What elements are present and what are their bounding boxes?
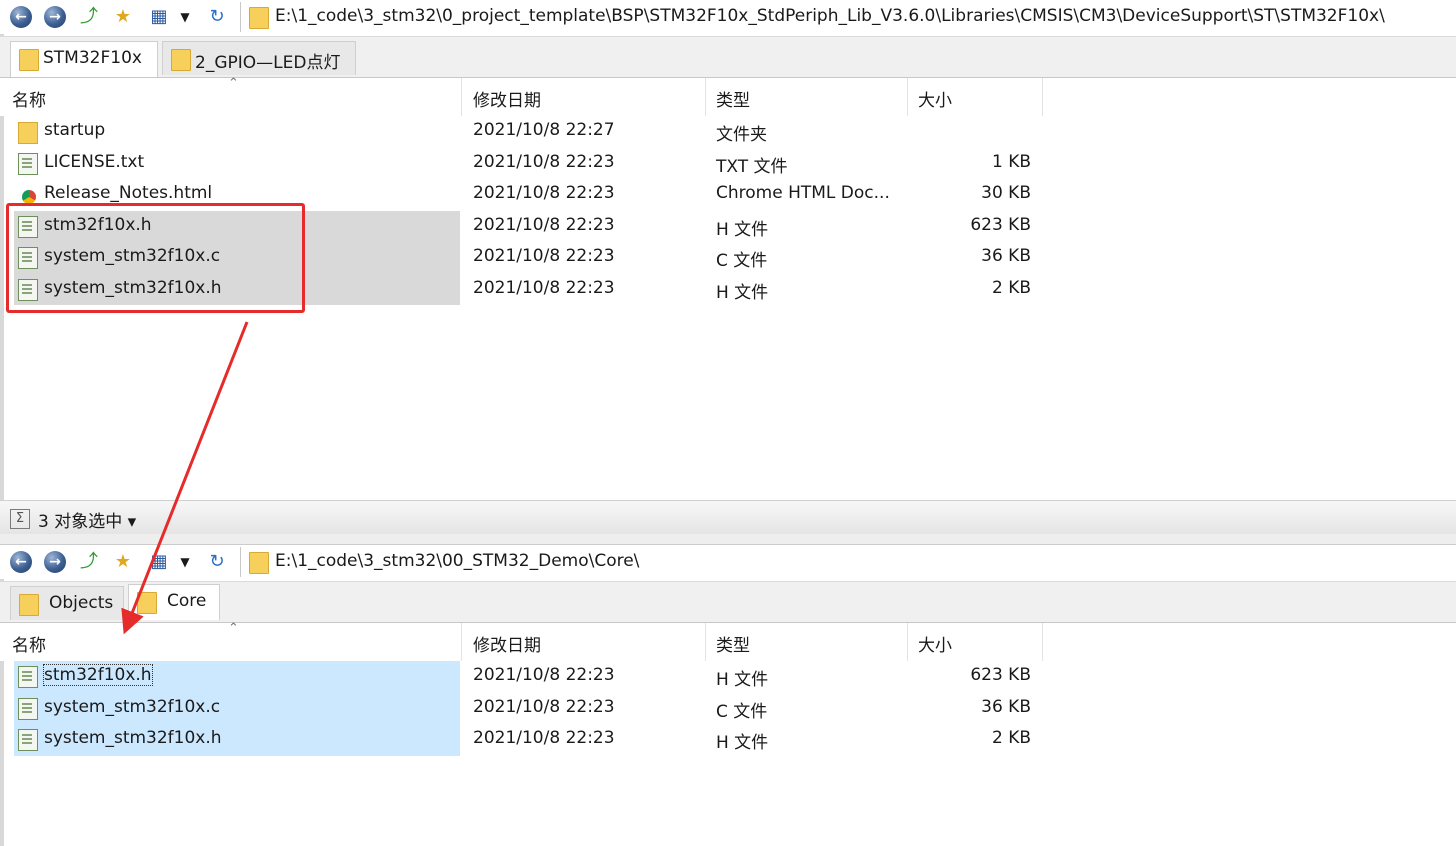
file-type: 文件夹	[716, 125, 767, 145]
file-date: 2021/10/8 22:23	[473, 696, 615, 717]
folder-icon	[137, 592, 157, 614]
tab-core[interactable]: Core	[128, 584, 220, 620]
file-date: 2021/10/8 22:23	[473, 151, 615, 172]
chrome-file-icon	[22, 190, 36, 204]
back-icon[interactable]: ←	[8, 4, 34, 30]
file-date: 2021/10/8 22:23	[473, 277, 615, 298]
file-size: 36 KB	[981, 696, 1031, 717]
column-name[interactable]: 名称	[12, 631, 46, 656]
folder-icon	[249, 552, 269, 574]
top-toolbar: ← → ⤴ ★ ▦ ▼ ↻ E:\1_code\3_stm32\0_projec…	[0, 0, 1456, 34]
file-type: H 文件	[716, 219, 769, 240]
file-date: 2021/10/8 22:23	[473, 214, 615, 235]
address-text[interactable]: E:\1_code\3_stm32\0_project_template\BSP…	[275, 6, 1385, 26]
file-size: 623 KB	[970, 214, 1031, 235]
tab-label: Core	[167, 591, 207, 611]
file-size: 623 KB	[970, 665, 1031, 685]
text-file-icon	[18, 152, 38, 175]
new-folder-icon[interactable]: ★	[110, 4, 136, 30]
column-header: ⌃ 名称 修改日期 类型 大小	[0, 621, 1456, 661]
bottom-explorer-pane: ← → ⤴ ★ ▦ ▼ ↻ E:\1_code\3_stm32\00_STM32…	[0, 545, 1456, 846]
sort-up-icon: ⌃	[228, 76, 239, 91]
file-type: H 文件	[716, 733, 769, 753]
file-type: TXT 文件	[716, 156, 788, 177]
view-mode-icon[interactable]: ▦	[146, 4, 172, 30]
address-bar[interactable]: E:\1_code\3_stm32\0_project_template\BSP…	[240, 2, 1456, 32]
code-file-icon	[18, 729, 38, 751]
file-type: H 文件	[716, 282, 769, 303]
file-name: Release_Notes.html	[44, 183, 213, 203]
back-icon[interactable]: ←	[8, 549, 34, 575]
pane-divider[interactable]	[0, 534, 1456, 545]
file-name: stm32f10x.h	[43, 664, 153, 686]
column-size[interactable]: 大小	[918, 86, 952, 111]
table-row-selected[interactable]: system_stm32f10x.h 2021/10/8 22:23 H 文件 …	[0, 724, 1456, 756]
status-text[interactable]: 3 对象选中 ▾	[38, 507, 136, 532]
file-date: 2021/10/8 22:23	[473, 246, 615, 266]
tab-label: 2_GPIO—LED点灯	[195, 53, 341, 73]
file-name: startup	[44, 120, 106, 140]
sort-up-icon: ⌃	[228, 621, 239, 636]
table-row[interactable]: LICENSE.txt 2021/10/8 22:23 TXT 文件 1 KB	[0, 148, 1456, 180]
file-size: 2 KB	[991, 277, 1031, 298]
file-size: 30 KB	[981, 183, 1031, 203]
file-name: system_stm32f10x.c	[44, 696, 221, 717]
file-date: 2021/10/8 22:23	[473, 665, 615, 685]
tab-bar: STM32F10x 2_GPIO—LED点灯	[0, 36, 1456, 78]
status-bar: Σ 3 对象选中 ▾	[0, 500, 1456, 535]
file-list: stm32f10x.h 2021/10/8 22:23 H 文件 623 KB …	[0, 661, 1456, 756]
file-type: Chrome HTML Doc...	[716, 183, 890, 203]
column-date[interactable]: 修改日期	[473, 631, 541, 656]
address-text[interactable]: E:\1_code\3_stm32\00_STM32_Demo\Core\	[275, 551, 639, 571]
forward-icon[interactable]: →	[42, 4, 68, 30]
file-size: 36 KB	[981, 246, 1031, 266]
folder-icon	[19, 594, 39, 616]
dropdown-icon[interactable]: ▼	[176, 4, 194, 30]
code-file-icon	[18, 697, 38, 720]
folder-icon	[249, 7, 269, 29]
dropdown-icon[interactable]: ▼	[176, 549, 194, 575]
file-size: 1 KB	[991, 151, 1031, 172]
refresh-icon[interactable]: ↻	[204, 4, 230, 30]
tab-objects[interactable]: Objects	[10, 586, 124, 620]
column-date[interactable]: 修改日期	[473, 86, 541, 111]
file-date: 2021/10/8 22:23	[473, 183, 615, 203]
table-row-selected[interactable]: stm32f10x.h 2021/10/8 22:23 H 文件 623 KB	[0, 661, 1456, 693]
sum-icon: Σ	[10, 509, 30, 529]
address-bar[interactable]: E:\1_code\3_stm32\00_STM32_Demo\Core\	[240, 547, 1456, 577]
refresh-icon[interactable]: ↻	[204, 549, 230, 575]
column-header: ⌃ 名称 修改日期 类型 大小	[0, 76, 1456, 116]
up-folder-icon[interactable]: ⤴	[76, 549, 102, 575]
tab-label: Objects	[49, 593, 114, 613]
table-row[interactable]: startup 2021/10/8 22:27 文件夹	[0, 116, 1456, 148]
table-row-selected[interactable]: system_stm32f10x.c 2021/10/8 22:23 C 文件 …	[0, 692, 1456, 724]
tab-stm32f10x[interactable]: STM32F10x	[10, 41, 158, 77]
tab-bar: Objects Core	[0, 581, 1456, 623]
new-folder-icon[interactable]: ★	[110, 549, 136, 575]
forward-icon[interactable]: →	[42, 549, 68, 575]
file-date: 2021/10/8 22:27	[473, 120, 615, 140]
up-folder-icon[interactable]: ⤴	[76, 4, 102, 30]
column-size[interactable]: 大小	[918, 631, 952, 656]
code-file-icon	[18, 666, 38, 688]
file-date: 2021/10/8 22:23	[473, 728, 615, 748]
column-type[interactable]: 类型	[716, 631, 750, 656]
view-mode-icon[interactable]: ▦	[146, 549, 172, 575]
folder-icon	[19, 49, 39, 71]
folder-icon	[18, 122, 38, 144]
file-name: system_stm32f10x.h	[44, 728, 222, 748]
column-type[interactable]: 类型	[716, 86, 750, 111]
file-name: LICENSE.txt	[44, 151, 145, 172]
annotation-highlight-box	[6, 203, 305, 313]
column-name[interactable]: 名称	[12, 86, 46, 111]
file-type: C 文件	[716, 251, 768, 271]
tab-label: STM32F10x	[43, 48, 142, 68]
tab-gpio-led[interactable]: 2_GPIO—LED点灯	[162, 41, 356, 75]
file-size: 2 KB	[991, 728, 1031, 748]
file-type: H 文件	[716, 670, 769, 690]
bottom-toolbar: ← → ⤴ ★ ▦ ▼ ↻ E:\1_code\3_stm32\00_STM32…	[0, 545, 1456, 579]
folder-icon	[171, 49, 191, 71]
file-type: C 文件	[716, 701, 768, 722]
